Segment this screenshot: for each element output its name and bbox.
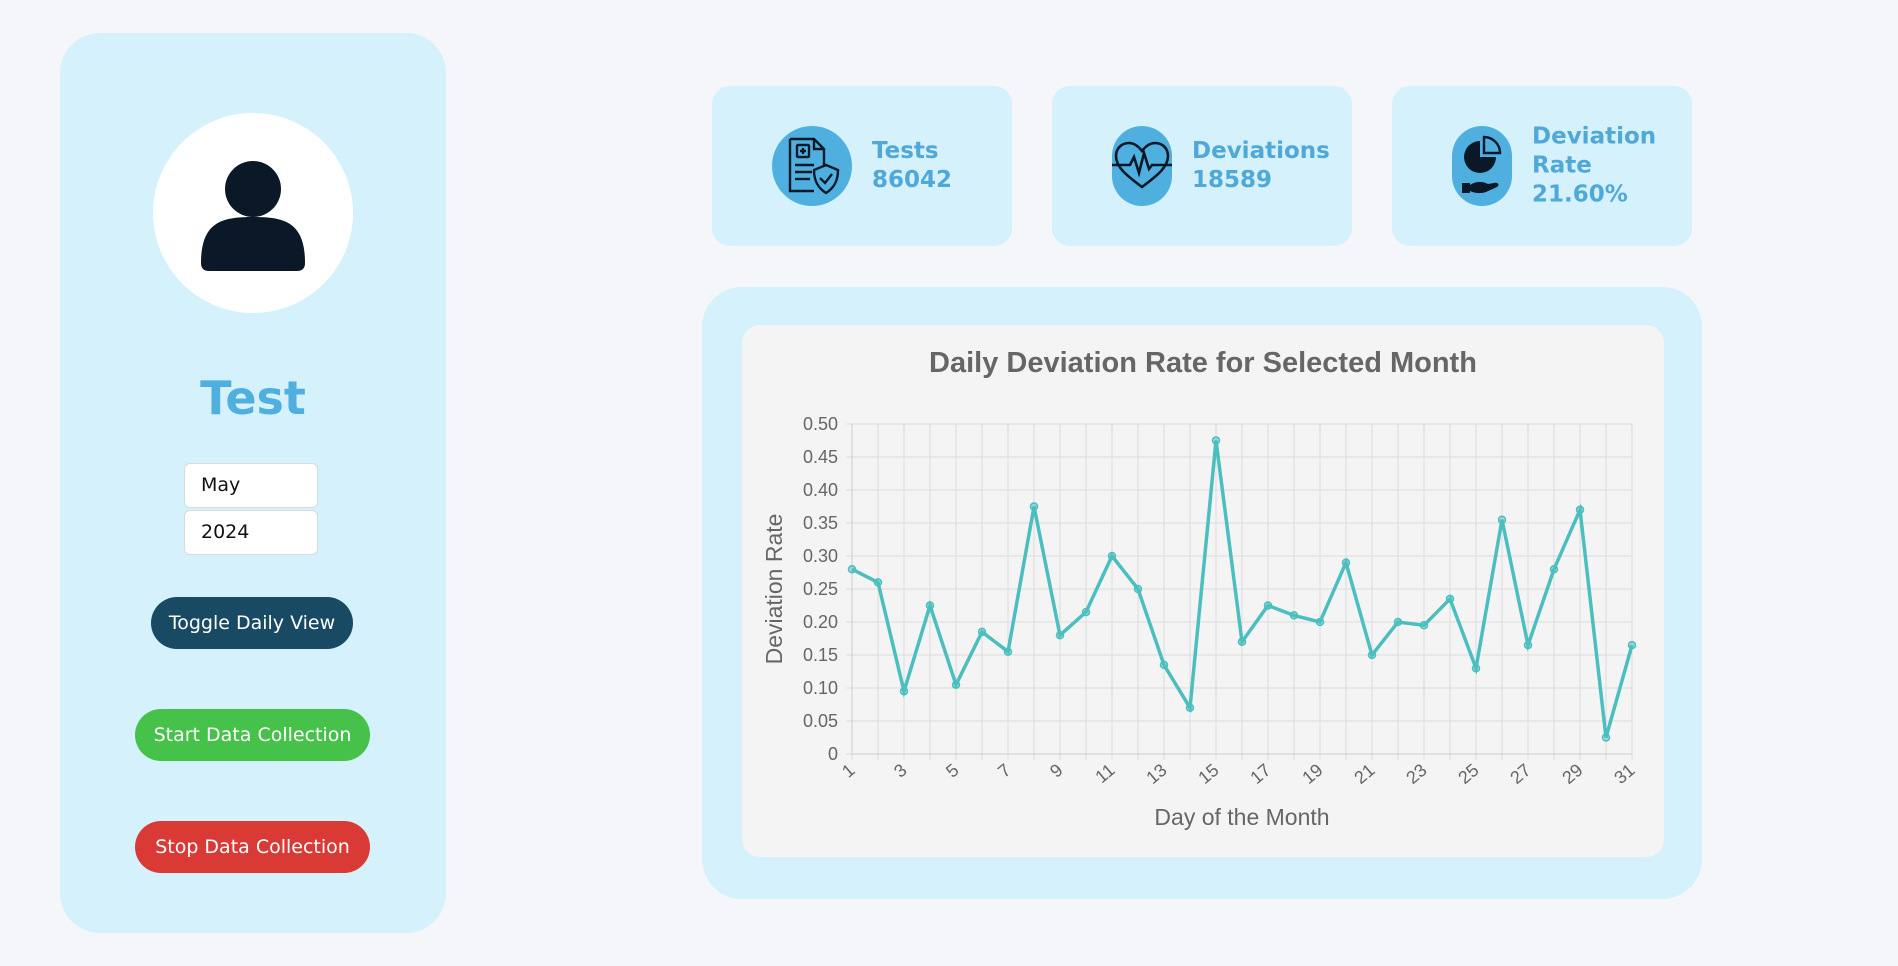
data-point: [1081, 607, 1091, 617]
stat-card-tests: Tests 86042: [712, 86, 1012, 246]
x-tick-label: 21: [1350, 760, 1378, 788]
data-point: [873, 578, 883, 587]
y-axis-label: Deviation Rate: [761, 514, 787, 665]
x-tick-label: 7: [994, 760, 1015, 782]
month-input[interactable]: May: [184, 463, 318, 508]
pie-chart-hand-icon: [1452, 126, 1512, 206]
y-tick-label: 0.40: [803, 480, 838, 500]
x-tick-label: 27: [1506, 760, 1534, 788]
x-tick-label: 11: [1091, 760, 1118, 787]
y-tick-label: 0.45: [803, 447, 838, 467]
data-point: [1523, 640, 1533, 650]
tests-stat: Tests 86042: [872, 137, 952, 195]
data-point: [951, 680, 961, 689]
data-point: [899, 687, 909, 696]
y-tick-label: 0.25: [803, 579, 838, 599]
data-point: [1549, 564, 1559, 574]
data-point: [1497, 515, 1507, 524]
data-point: [1289, 611, 1299, 620]
data-point: [1003, 647, 1013, 656]
deviation-rate-value: 21.60%: [1532, 181, 1628, 208]
chart-area: Daily Deviation Rate for Selected Month …: [742, 325, 1664, 857]
data-point: [1055, 630, 1065, 640]
avatar: [153, 113, 353, 313]
deviation-rate-line-chart: 0 0.05 0.10 0.15 0.20 0.25 0.30 0.35 0.40 0.45 0.5…: [761, 414, 1639, 830]
data-point: [1211, 436, 1221, 445]
data-point: [1471, 663, 1481, 673]
tests-value: 86042: [872, 167, 953, 193]
x-axis-label: Day of the Month: [1154, 804, 1329, 830]
heartbeat-icon: [1112, 126, 1172, 206]
y-tick-label: 0.30: [803, 546, 838, 566]
data-point: [1393, 617, 1403, 627]
x-tick-label: 31: [1610, 760, 1638, 788]
x-tick-label: 19: [1298, 760, 1326, 788]
data-point: [847, 564, 857, 574]
user-name: Test: [200, 371, 306, 425]
sidebar: Test May 2024 Toggle Daily View Start Da…: [60, 33, 446, 933]
data-point: [977, 627, 987, 637]
deviation-rate-label-line1: Deviation: [1532, 123, 1657, 150]
deviations-stat: Deviations 18589: [1192, 137, 1330, 195]
deviations-value: 18589: [1192, 167, 1273, 193]
x-tick-label: 5: [942, 760, 963, 782]
chart-panel: Daily Deviation Rate for Selected Month …: [702, 287, 1702, 899]
data-point: [1159, 660, 1169, 670]
data-point: [1575, 505, 1585, 515]
data-point: [1133, 584, 1143, 594]
data-point: [1029, 502, 1039, 511]
toggle-daily-view-button[interactable]: Toggle Daily View: [151, 597, 353, 649]
y-tick-label: 0.50: [803, 414, 838, 434]
x-tick-label: 23: [1402, 760, 1430, 788]
deviation-rate-stat: Deviation Rate 21.60%: [1532, 123, 1656, 210]
y-tick-label: 0.15: [803, 645, 838, 665]
y-tick-label: 0: [828, 744, 838, 764]
x-tick-label: 9: [1046, 760, 1067, 782]
user-icon: [201, 161, 305, 271]
y-tick-label: 0.35: [803, 513, 838, 533]
start-data-collection-button[interactable]: Start Data Collection: [135, 709, 370, 761]
medical-report-icon: [772, 126, 852, 206]
x-tick-label: 3: [890, 760, 911, 782]
data-point: [1185, 703, 1195, 713]
data-point: [1237, 637, 1247, 647]
year-input[interactable]: 2024: [184, 510, 318, 555]
deviations-label: Deviations: [1192, 138, 1330, 164]
stop-data-collection-button[interactable]: Stop Data Collection: [135, 821, 370, 873]
data-point: [1341, 558, 1351, 567]
x-tick-label: 29: [1558, 760, 1586, 788]
x-tick-label: 13: [1142, 760, 1170, 788]
data-point: [1367, 650, 1377, 660]
x-tick-label: 1: [838, 760, 859, 782]
x-tick-label: 17: [1246, 760, 1274, 788]
deviation-rate-label-line2: Rate: [1532, 152, 1592, 179]
data-point: [1627, 640, 1637, 650]
data-point: [1601, 733, 1611, 742]
x-tick-label: 15: [1194, 760, 1222, 788]
data-point: [1315, 617, 1325, 627]
stat-card-deviations: Deviations 18589: [1052, 86, 1352, 246]
tests-label: Tests: [872, 138, 939, 164]
data-point: [1263, 601, 1273, 610]
y-tick-label: 0.10: [803, 678, 838, 698]
data-point: [1419, 621, 1429, 630]
y-tick-label: 0.05: [803, 711, 838, 731]
x-tick-label: 25: [1454, 760, 1482, 788]
stat-card-deviation-rate: Deviation Rate 21.60%: [1392, 86, 1692, 246]
y-tick-label: 0.20: [803, 612, 838, 632]
data-point: [1107, 551, 1117, 561]
data-point: [1445, 594, 1455, 604]
data-point: [925, 601, 935, 610]
